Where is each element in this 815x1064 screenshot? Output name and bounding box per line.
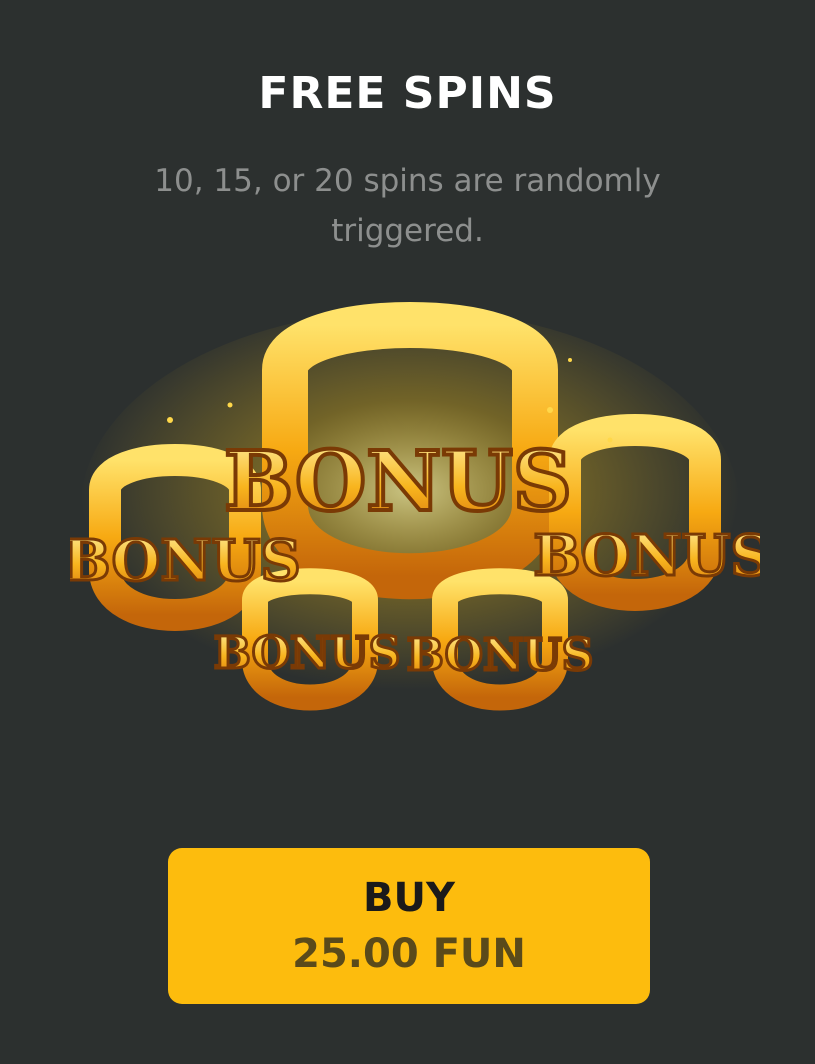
bonus-horseshoes-artwork: BONUS BONUS BONUS BONUS BONUS [70,302,760,711]
bonus-label: BONUS [224,434,572,530]
buy-button-label: BUY [363,875,455,921]
feature-title: FREE SPINS [258,68,557,119]
sparkle [547,407,553,413]
sparkle [167,417,173,423]
sparkle [227,402,233,408]
buy-button[interactable]: BUY 25.00 FUN [168,848,650,1004]
sparkle [607,437,613,443]
bonus-label: BONUS [214,628,401,679]
bonus-label: BONUS [533,523,760,589]
buy-button-price: 25.00 FUN [292,931,526,977]
bonus-label: BONUS [407,630,594,681]
feature-description: 10, 15, or 20 spins are randomly trigger… [154,163,661,249]
bonus-label: BONUS [70,528,301,594]
sparkle [568,358,572,362]
